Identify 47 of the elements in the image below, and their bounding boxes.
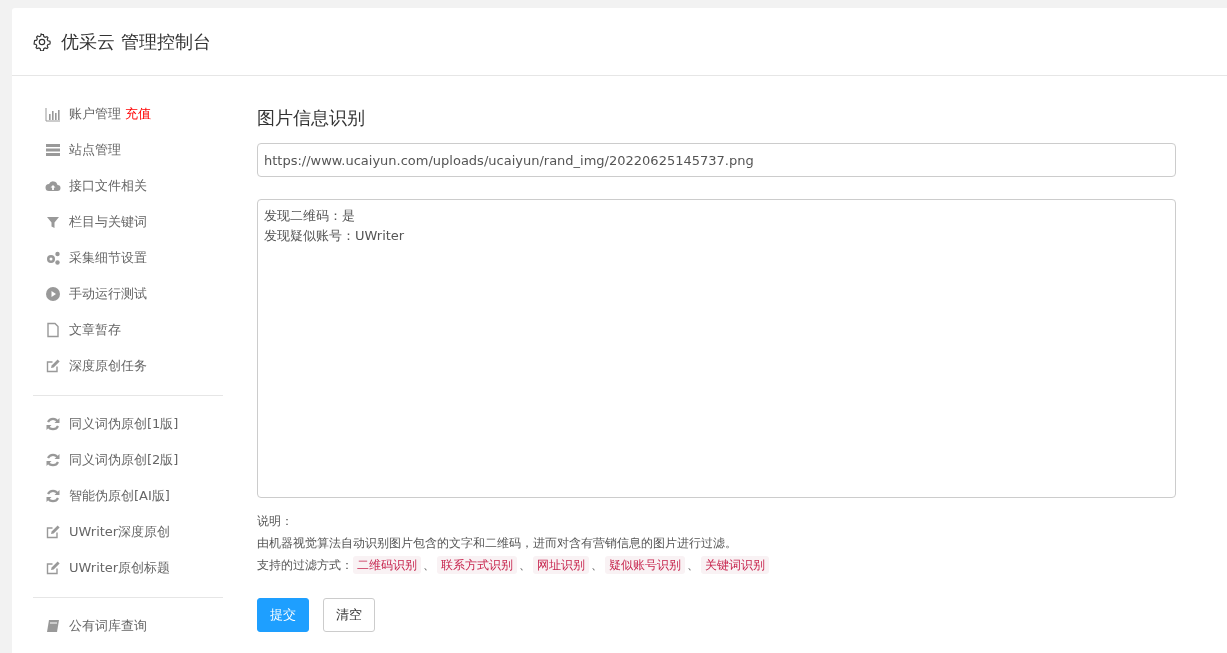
sidebar-item[interactable]: 同义词伪原创[2版] — [69, 451, 179, 469]
document-icon — [45, 322, 61, 338]
method-tag: 关键词识别 — [701, 556, 769, 574]
result-box[interactable]: 发现二维码：是 发现疑似账号：UWriter — [257, 199, 1176, 498]
settings-icon — [33, 32, 51, 51]
sidebar-item[interactable]: 文章暂存 — [69, 321, 121, 339]
sidebar-item[interactable]: UWriter深度原创 — [69, 523, 171, 541]
gears-icon — [45, 250, 61, 266]
play-icon — [45, 286, 61, 302]
refresh-icon — [45, 488, 61, 504]
sidebar-item[interactable]: 手动运行测试 — [69, 285, 147, 303]
sidebar-item[interactable]: UWriter原创标题 — [69, 559, 171, 577]
sidebar-item[interactable]: 智能伪原创[AI版] — [69, 487, 170, 505]
edit-icon — [45, 358, 61, 374]
method-tag: 联系方式识别 — [437, 556, 517, 574]
clear-button[interactable]: 清空 — [323, 598, 375, 632]
refresh-icon — [45, 416, 61, 432]
note-heading: 说明： — [257, 513, 294, 530]
separator-text: 、 — [687, 557, 699, 574]
sidebar-item[interactable]: 账户管理 — [69, 105, 121, 123]
refresh-icon — [45, 452, 61, 468]
separator-text: 、 — [423, 557, 435, 574]
method-tag: 网址识别 — [533, 556, 589, 574]
sidebar-item[interactable]: 采集细节设置 — [69, 249, 147, 267]
method-tag: 二维码识别 — [353, 556, 421, 574]
sidebar-item[interactable]: 深度原创任务 — [69, 357, 147, 375]
section-title: 图片信息识别 — [257, 106, 366, 130]
console-title: 优采云 管理控制台 — [61, 29, 211, 54]
sidebar-item[interactable]: 同义词伪原创[1版] — [69, 415, 179, 433]
sidebar-item[interactable]: 站点管理 — [69, 141, 121, 159]
methods-label: 支持的过滤方式： — [257, 557, 353, 574]
bar-chart-icon — [45, 106, 61, 122]
separator-text: 、 — [591, 557, 603, 574]
server-icon — [45, 142, 61, 158]
sidebar-item[interactable]: 接口文件相关 — [69, 177, 147, 195]
filter-icon — [45, 214, 61, 230]
edit-icon — [45, 560, 61, 576]
sidebar-item[interactable]: 栏目与关键词 — [69, 213, 147, 231]
method-tag: 疑似账号识别 — [605, 556, 685, 574]
description-text: 由机器视觉算法自动识别图片包含的文字和二维码，进而对含有营销信息的图片进行过滤。 — [257, 535, 738, 552]
book-icon — [45, 618, 61, 634]
cloud-upload-icon — [45, 178, 61, 194]
recharge-link[interactable]: 充值 — [125, 105, 151, 123]
edit-icon — [45, 524, 61, 540]
separator-text: 、 — [519, 557, 531, 574]
url-field[interactable]: https://www.ucaiyun.com/uploads/ucaiyun/rand_img/20220625145737.png — [257, 143, 1176, 177]
sidebar-item[interactable]: 公有词库查询 — [69, 617, 147, 635]
